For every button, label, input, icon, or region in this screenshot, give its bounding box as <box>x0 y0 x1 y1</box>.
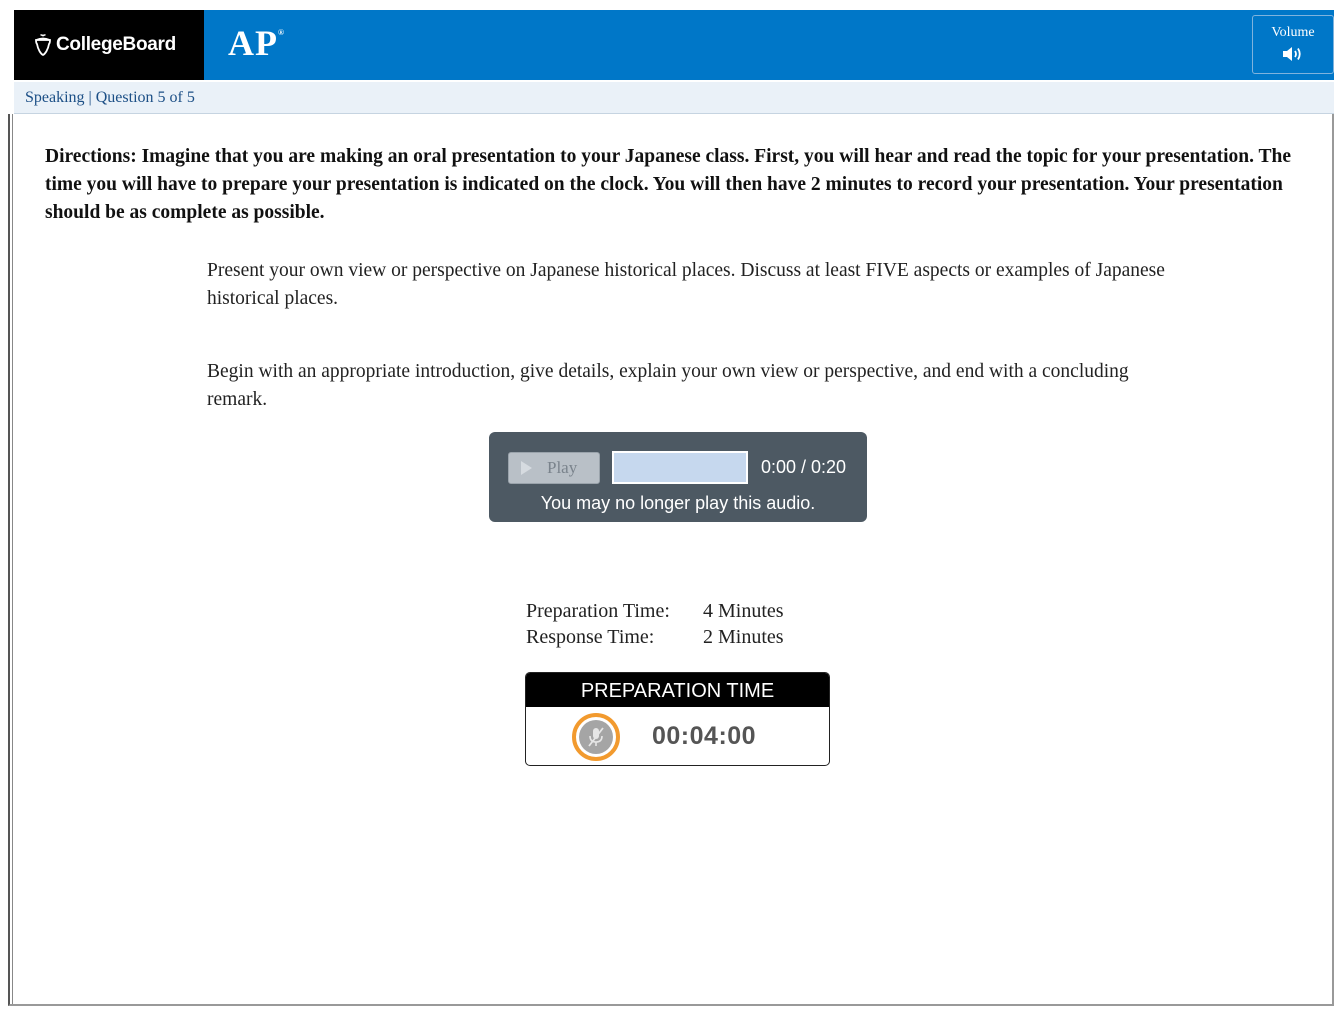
response-time-row: Response Time: 2 Minutes <box>526 624 784 650</box>
brand-name: CollegeBoard <box>56 34 176 55</box>
acorn-icon <box>35 34 51 56</box>
timer-clock: 00:04:00 <box>652 722 757 750</box>
timer-header: PREPARATION TIME <box>526 673 829 707</box>
mic-muted-icon <box>579 720 613 754</box>
ap-logo: AP® <box>228 22 285 64</box>
play-button[interactable]: Play <box>508 452 600 484</box>
prep-time-label: Preparation Time: <box>526 600 670 622</box>
preparation-timer: PREPARATION TIME 00:04:00 <box>525 672 830 766</box>
registered-mark: ® <box>278 28 285 37</box>
response-time-value: 2 Minutes <box>703 626 784 648</box>
ap-logo-text: AP <box>228 23 278 63</box>
audio-player: Play 0:00 / 0:20 You may no longer play … <box>489 432 867 522</box>
prep-time-row: Preparation Time: 4 Minutes <box>526 598 784 624</box>
play-label: Play <box>547 458 578 477</box>
collegeboard-logo: CollegeBoard <box>14 10 204 80</box>
directions-text: Directions: Imagine that you are making … <box>45 146 1292 223</box>
breadcrumb: Speaking | Question 5 of 5 <box>25 89 195 106</box>
volume-label: Volume <box>1271 25 1315 40</box>
volume-button[interactable]: Volume <box>1252 15 1334 74</box>
prompt-paragraph-1: Present your own view or perspective on … <box>207 260 1165 309</box>
audio-progress-bar <box>612 451 748 484</box>
top-header-bar: CollegeBoard AP® Volume <box>14 10 1334 80</box>
audio-message: You may no longer play this audio. <box>540 493 816 513</box>
audio-time: 0:00 / 0:20 <box>761 457 847 477</box>
content-frame <box>8 114 1334 1006</box>
timing-info: Preparation Time: 4 Minutes Response Tim… <box>526 598 784 650</box>
play-icon <box>521 461 532 475</box>
prep-time-value: 4 Minutes <box>703 600 784 622</box>
response-time-label: Response Time: <box>526 626 655 648</box>
prompt-paragraph-2: Begin with an appropriate introduction, … <box>207 361 1129 410</box>
mic-status <box>572 713 620 761</box>
timer-body: 00:04:00 <box>526 707 829 765</box>
speaker-icon <box>1283 47 1301 61</box>
question-breadcrumb-bar: Speaking | Question 5 of 5 <box>14 82 1334 114</box>
